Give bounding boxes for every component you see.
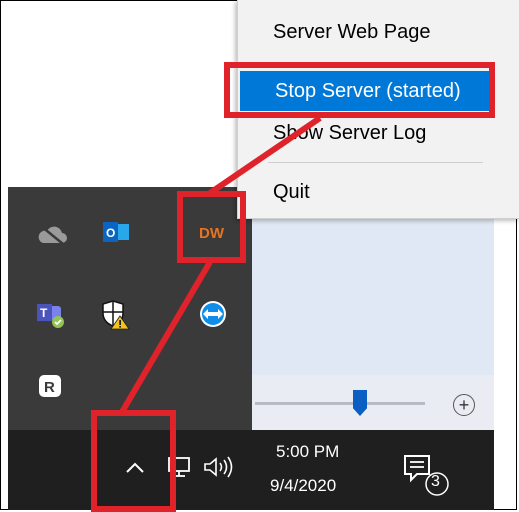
teams-letter: T (40, 306, 48, 320)
menu-item-label: Quit (273, 180, 310, 203)
notification-count-badge: 3 (431, 473, 440, 490)
annotation-box-dw-icon (177, 191, 246, 263)
outlook-icon[interactable]: O (96, 212, 136, 252)
menu-item-label: Show Server Log (273, 121, 427, 144)
plus-button[interactable]: + (453, 394, 475, 416)
annotation-box-chevron (91, 410, 176, 512)
notification-center-icon[interactable]: 3 (403, 452, 453, 505)
volume-icon[interactable] (202, 455, 238, 484)
r-app-icon[interactable]: R (30, 366, 70, 406)
r-app-letter: R (44, 379, 55, 396)
teams-icon[interactable]: T (30, 294, 70, 334)
taskbar-date[interactable]: 9/4/2020 (270, 476, 336, 496)
onedrive-icon[interactable] (32, 214, 72, 254)
defender-warning-icon[interactable] (96, 294, 136, 334)
menu-item-quit[interactable]: Quit (238, 172, 519, 212)
menu-item-label: Server Web Page (273, 20, 431, 43)
menu-item-show-server-log[interactable]: Show Server Log (238, 113, 519, 153)
menu-separator (268, 162, 483, 163)
outlook-letter: O (106, 226, 115, 240)
taskbar-time[interactable]: 5:00 PM (276, 442, 339, 462)
annotation-box-stop-server (224, 62, 495, 118)
volume-slider-track[interactable] (255, 402, 425, 405)
menu-item-server-web-page[interactable]: Server Web Page (238, 12, 519, 52)
teamviewer-icon[interactable] (193, 294, 233, 334)
